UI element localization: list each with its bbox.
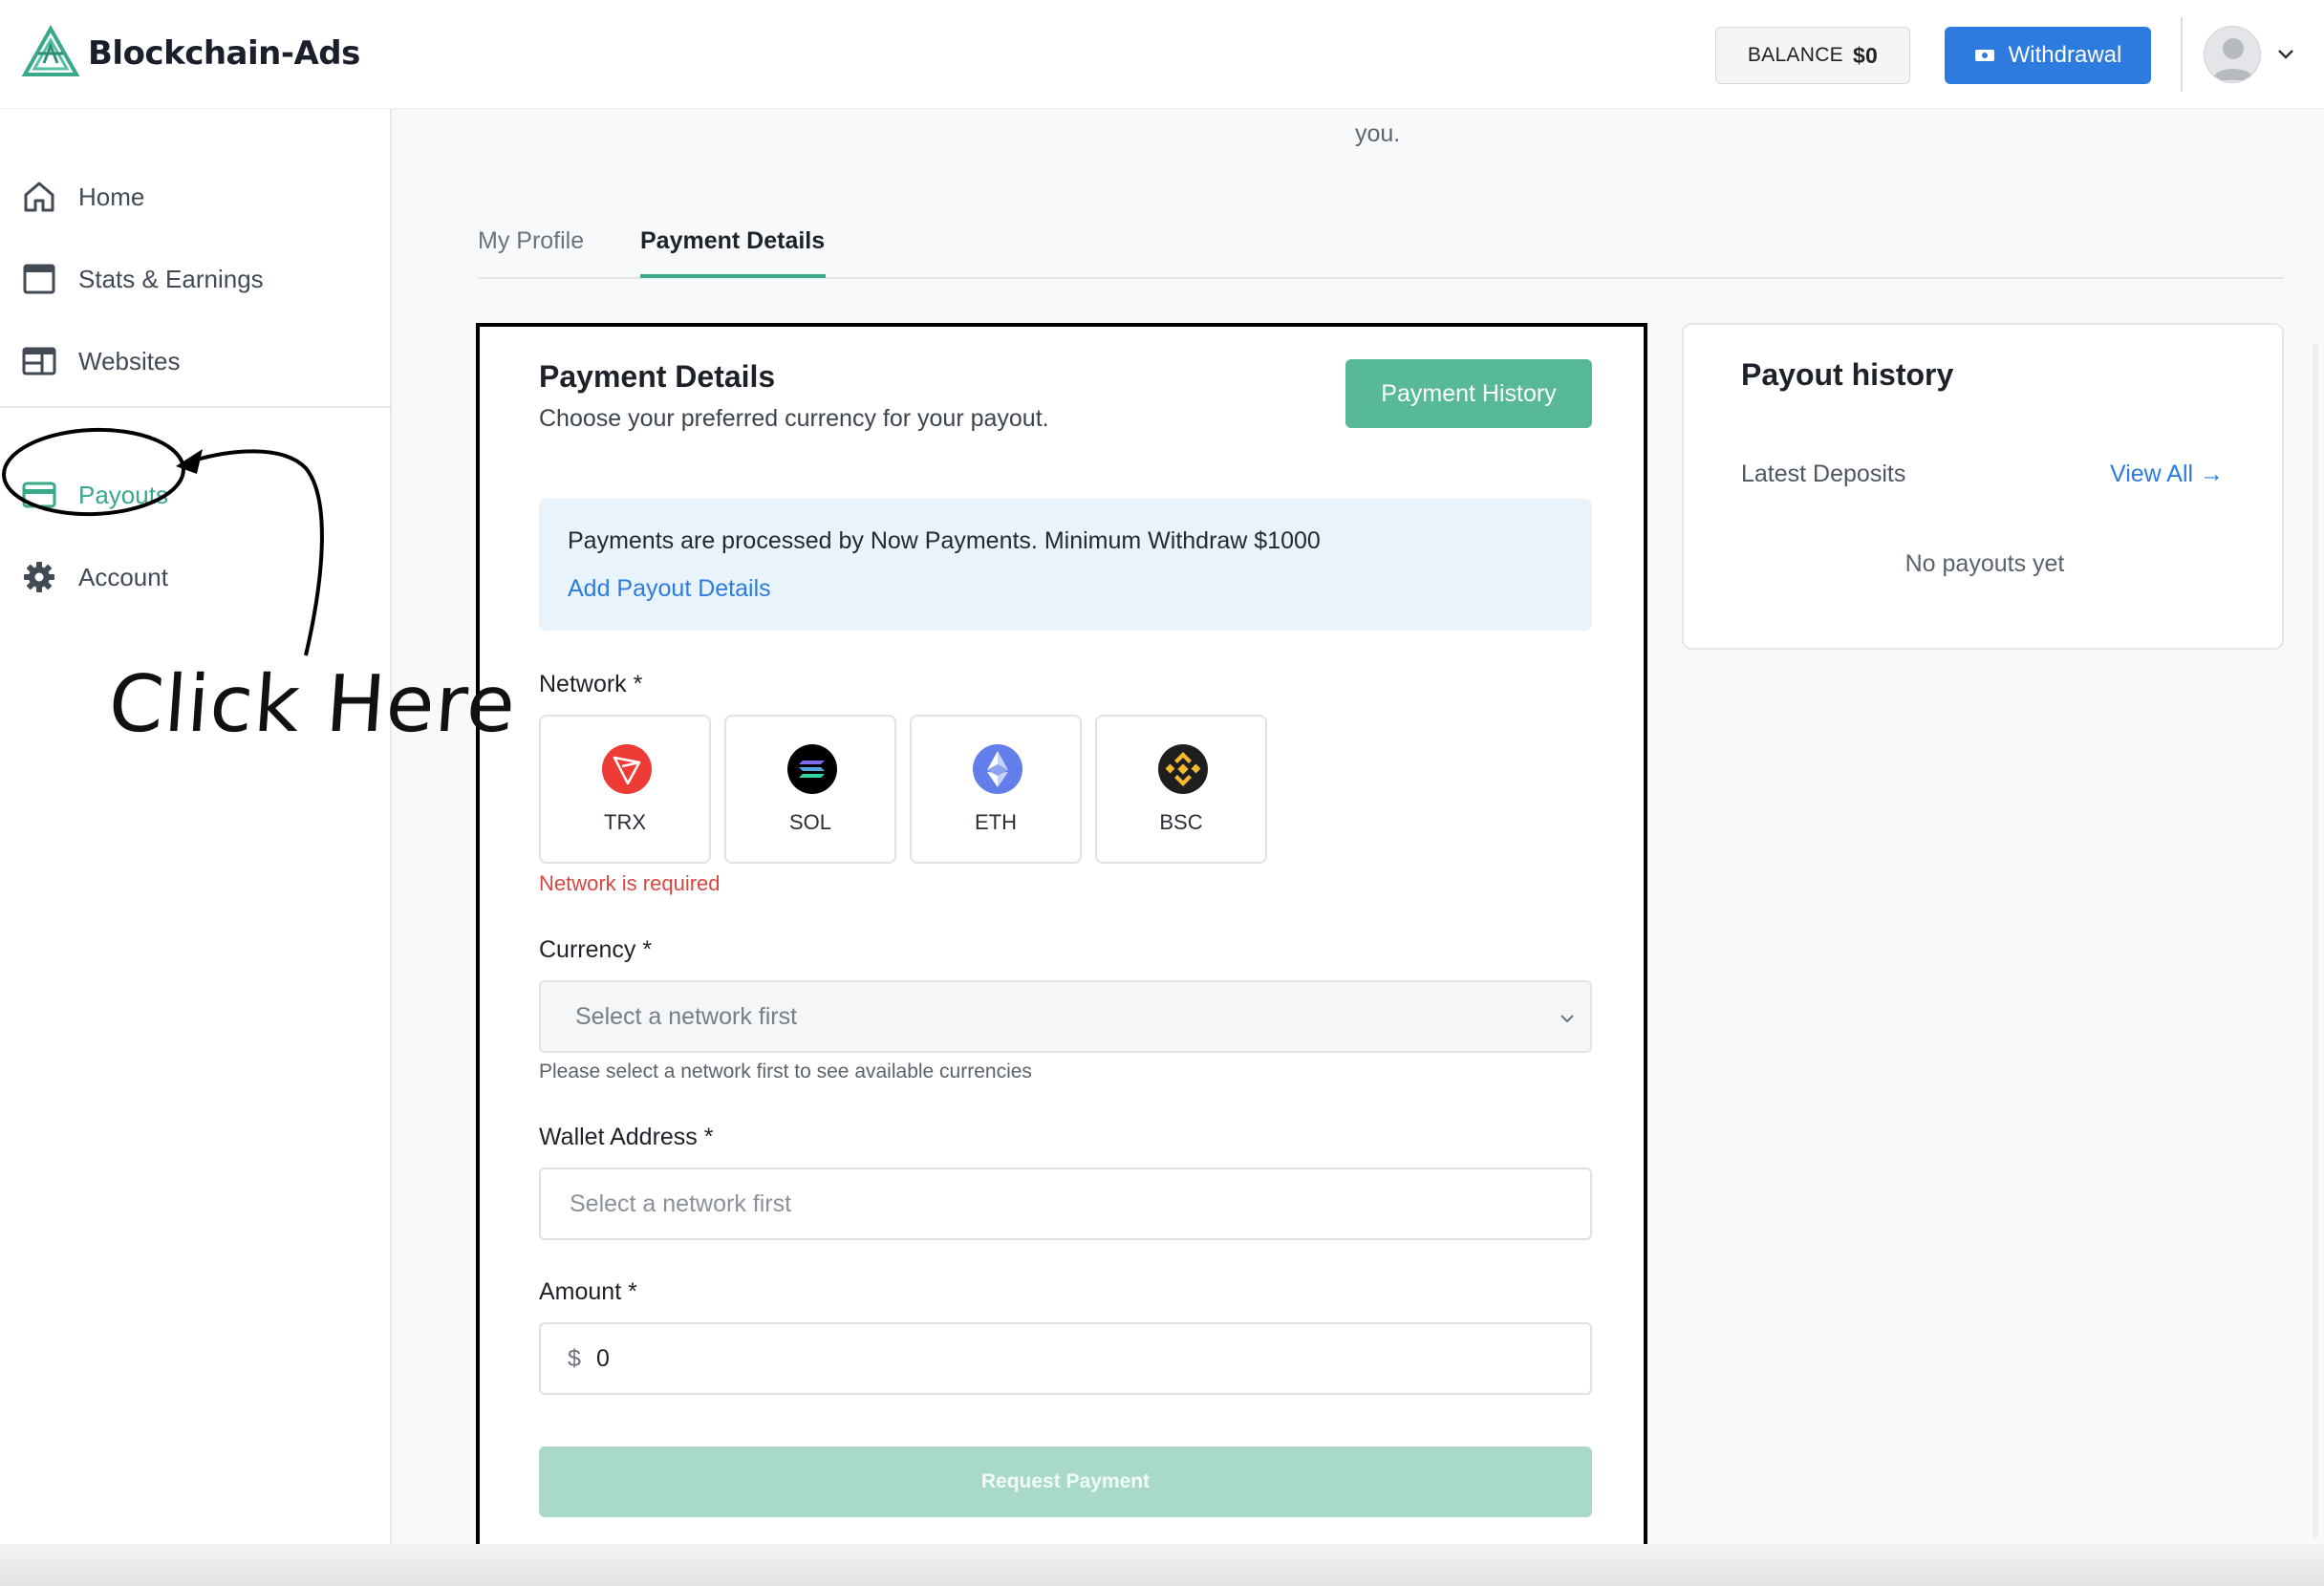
sidebar-item-websites[interactable]: Websites <box>21 338 180 384</box>
currency-select[interactable]: Select a network first <box>539 980 1592 1053</box>
sidebar-item-label: Home <box>78 182 145 211</box>
wallet-address-input[interactable]: Select a network first <box>539 1168 1592 1240</box>
top-header: Blockchain-Ads BALANCE $0 Withdrawal <box>0 0 2324 109</box>
sidebar-item-label: Account <box>78 562 168 591</box>
card-title: Payment Details <box>539 359 776 394</box>
network-option-trx[interactable]: TRX <box>539 715 711 864</box>
network-label-eth: ETH <box>975 810 1017 834</box>
latest-deposits-label: Latest Deposits <box>1741 461 1906 487</box>
network-label-trx: TRX <box>604 810 646 834</box>
network-option-bsc[interactable]: BSC <box>1095 715 1267 864</box>
sidebar: Home Stats & Earnings Websites Payouts A… <box>0 109 392 1586</box>
click-here-annotation: Click Here <box>105 659 520 750</box>
currency-help-text: Please select a network first to see ava… <box>539 1061 1032 1082</box>
network-label-sol: SOL <box>788 810 832 834</box>
logo[interactable]: Blockchain-Ads <box>19 23 360 84</box>
solana-icon <box>787 744 837 794</box>
amount-prefix: $ <box>568 1345 581 1372</box>
chevron-down-icon[interactable] <box>2274 42 2297 65</box>
withdrawal-label: Withdrawal <box>2008 42 2122 68</box>
sidebar-item-account[interactable]: Account <box>21 554 168 600</box>
home-icon <box>24 182 54 212</box>
tab-payment-details[interactable]: Payment Details <box>640 227 825 255</box>
info-text: Payments are processed by Now Payments. … <box>568 527 1321 554</box>
payout-history-card: Payout history Latest Deposits View All … <box>1682 323 2284 650</box>
payment-history-button[interactable]: Payment History <box>1345 359 1592 428</box>
network-option-eth[interactable]: ETH <box>910 715 1082 864</box>
add-payout-details-link[interactable]: Add Payout Details <box>568 575 771 603</box>
chevron-down-icon <box>1560 1015 1574 1023</box>
credit-card-icon <box>22 482 56 508</box>
bnb-icon <box>1158 744 1208 794</box>
tron-icon <box>602 744 652 794</box>
cash-icon <box>1974 50 1994 61</box>
wallet-placeholder: Select a network first <box>570 1190 792 1217</box>
balance-button[interactable]: BALANCE $0 <box>1715 27 1910 84</box>
header-divider <box>2181 17 2183 92</box>
network-option-sol[interactable]: SOL <box>724 715 896 864</box>
gear-icon <box>24 562 54 592</box>
bottom-edge-shade <box>0 1544 2324 1586</box>
info-banner: Payments are processed by Now Payments. … <box>539 499 1592 631</box>
active-tab-indicator <box>640 274 826 278</box>
network-label: Network * <box>539 671 643 697</box>
network-label-bsc: BSC <box>1159 810 1203 834</box>
balance-label: BALANCE <box>1747 44 1843 66</box>
empty-state-text: No payouts yet <box>1904 550 2065 577</box>
wallet-address-label: Wallet Address * <box>539 1124 714 1150</box>
sidebar-item-label: Websites <box>78 346 181 375</box>
view-all-link[interactable]: View All → <box>2110 461 2224 488</box>
scrollbar[interactable] <box>2313 344 2318 1538</box>
sidebar-item-payouts[interactable]: Payouts <box>21 472 168 518</box>
avatar[interactable] <box>2204 26 2261 83</box>
blockchain-ads-logo-icon <box>21 25 80 76</box>
sidebar-item-stats-earnings[interactable]: Stats & Earnings <box>21 256 264 302</box>
amount-label: Amount * <box>539 1278 637 1305</box>
withdrawal-button[interactable]: Withdrawal <box>1945 27 2151 84</box>
payment-details-card: Payment Details Choose your preferred cu… <box>476 323 1647 1548</box>
balance-value: $0 <box>1852 42 1879 68</box>
sidebar-item-home[interactable]: Home <box>21 174 144 220</box>
card-subtitle: Choose your preferred currency for your … <box>539 405 1049 432</box>
currency-placeholder: Select a network first <box>575 1003 798 1030</box>
user-avatar-icon <box>2212 38 2254 80</box>
sidebar-item-label: Payouts <box>78 480 168 509</box>
tab-my-profile[interactable]: My Profile <box>478 227 584 255</box>
ethereum-icon <box>973 744 1022 794</box>
sidebar-item-label: Stats & Earnings <box>78 264 264 293</box>
sidebar-divider <box>0 406 392 408</box>
request-payment-button[interactable]: Request Payment <box>539 1447 1592 1517</box>
network-error: Network is required <box>539 871 721 895</box>
page-intro-text: you. <box>1355 120 1401 147</box>
calendar-icon <box>23 264 55 294</box>
payout-history-title: Payout history <box>1741 357 1954 392</box>
layout-icon <box>22 347 56 375</box>
amount-value: 0 <box>596 1345 610 1372</box>
currency-label: Currency * <box>539 936 653 963</box>
amount-input[interactable]: $ 0 <box>539 1322 1592 1395</box>
logo-text: Blockchain-Ads <box>88 34 360 73</box>
